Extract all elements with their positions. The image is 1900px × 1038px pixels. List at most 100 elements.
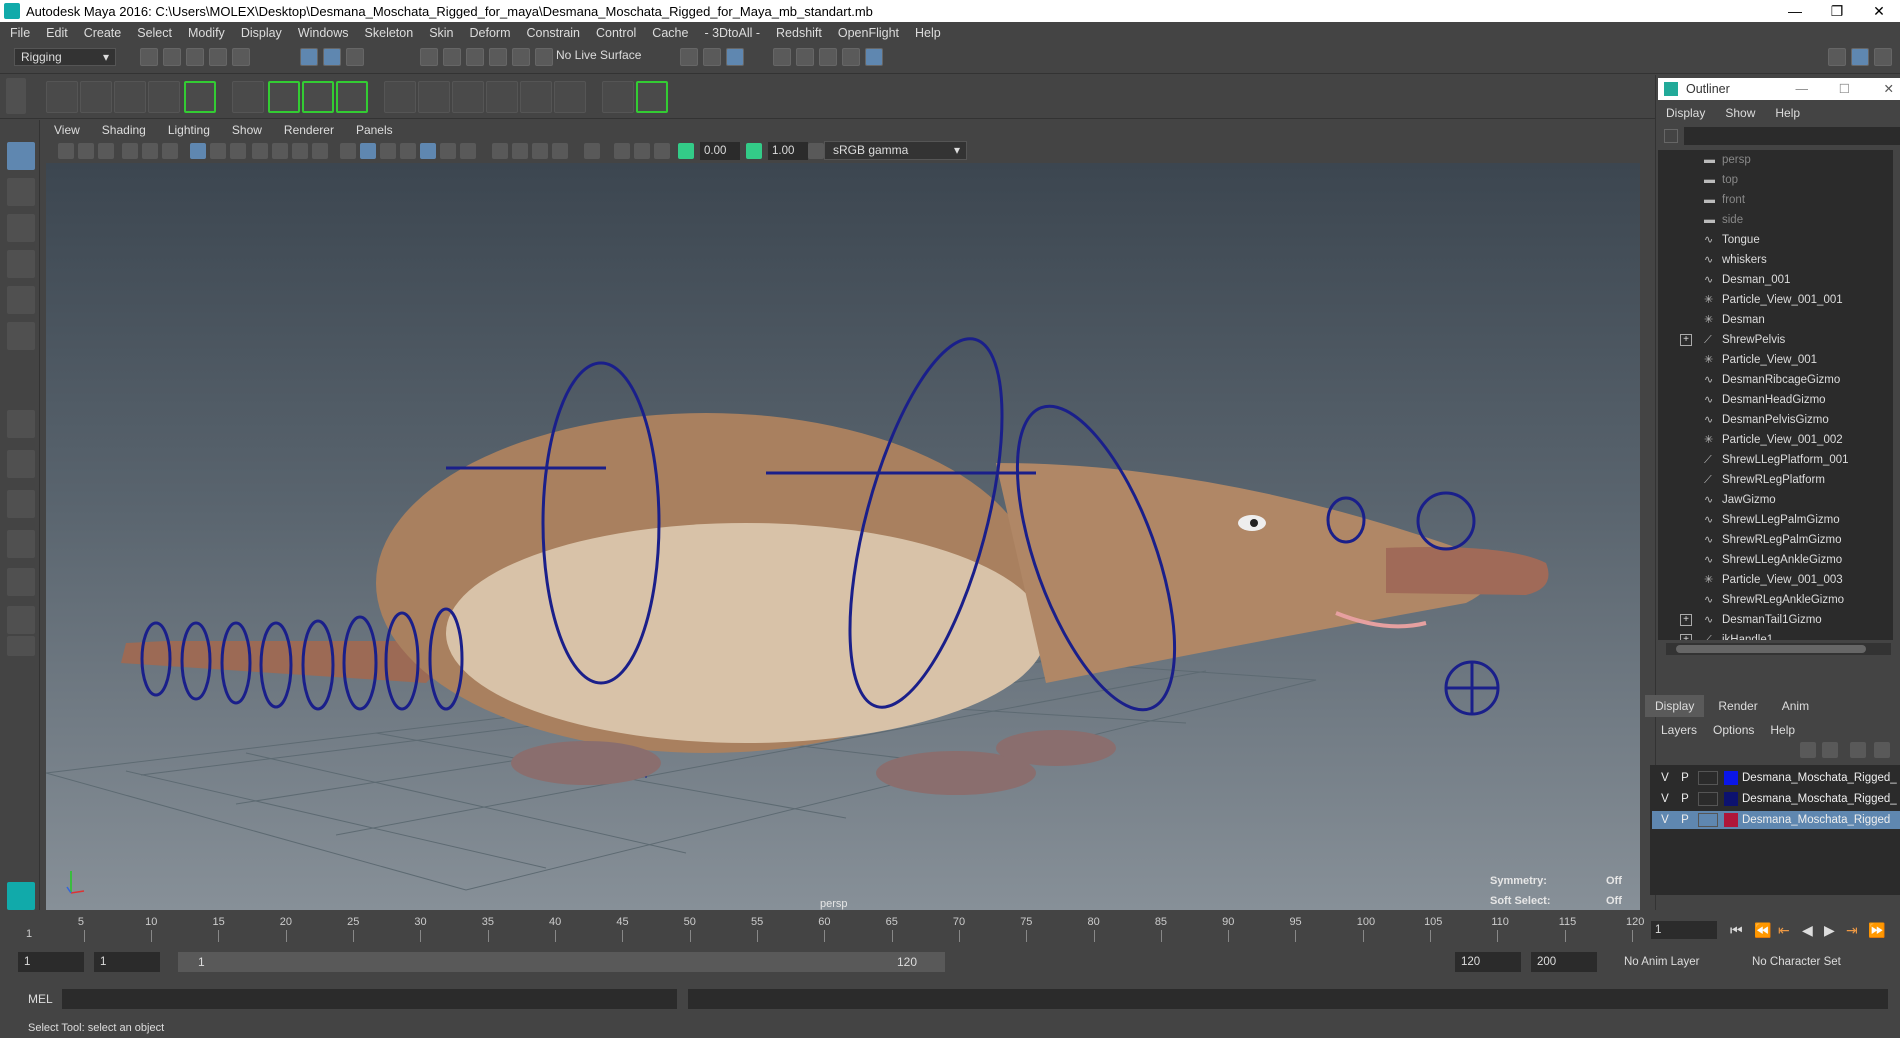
exposure-field[interactable]: 0.00 xyxy=(700,142,740,160)
step-back-frame-icon[interactable]: ⏪ xyxy=(1754,922,1771,939)
multisample-aa-icon[interactable] xyxy=(532,143,548,159)
outliner-item[interactable]: ✳ Particle_View_001 xyxy=(1658,350,1893,370)
outliner-item[interactable]: ∿ whiskers xyxy=(1658,250,1893,270)
panel-menu-view[interactable]: View xyxy=(54,123,80,137)
new-scene-icon[interactable] xyxy=(140,48,158,66)
wireframe-icon[interactable] xyxy=(340,143,356,159)
panel-menu-renderer[interactable]: Renderer xyxy=(284,123,334,137)
expand-icon[interactable]: + xyxy=(1680,634,1692,640)
layer-playback-toggle[interactable]: P xyxy=(1678,769,1692,787)
outliner-item[interactable]: ∿ Tongue xyxy=(1658,230,1893,250)
layer-playback-toggle[interactable]: P xyxy=(1678,811,1692,829)
paint-weights-icon[interactable] xyxy=(302,81,334,113)
step-forward-key-icon[interactable]: ⇥ xyxy=(1846,922,1858,939)
gate-mask-icon[interactable] xyxy=(252,143,268,159)
display-layer-row[interactable]: V P Desmana_Moschata_Rigged_ xyxy=(1652,769,1900,787)
anim-layer-dropdown[interactable]: No Anim Layer xyxy=(1624,952,1699,972)
four-view-layout-icon[interactable] xyxy=(7,450,35,478)
layer-menu-options[interactable]: Options xyxy=(1713,723,1754,737)
menu-redshift[interactable]: Redshift xyxy=(776,26,822,40)
play-backwards-icon[interactable]: ◀ xyxy=(1802,922,1813,939)
outliner-maximize-icon[interactable]: ☐ xyxy=(1839,78,1850,100)
grease-pencil-icon[interactable] xyxy=(162,143,178,159)
outliner-item[interactable]: ⟋ ShrewLLegPlatform_001 xyxy=(1658,450,1893,470)
create-joint-icon[interactable] xyxy=(46,81,78,113)
safe-title-icon[interactable] xyxy=(312,143,328,159)
custom-layout-icon[interactable] xyxy=(7,606,35,634)
outliner-horizontal-scrollbar[interactable] xyxy=(1666,643,1891,655)
open-scene-icon[interactable] xyxy=(163,48,181,66)
outliner-item[interactable]: + ∿ DesmanTail1Gizmo xyxy=(1658,610,1893,630)
outliner-item[interactable]: ∿ Desman_001 xyxy=(1658,270,1893,290)
locator-icon[interactable] xyxy=(602,81,634,113)
exposure-icon[interactable] xyxy=(678,143,694,159)
outliner-item[interactable]: ∿ DesmanRibcageGizmo xyxy=(1658,370,1893,390)
expand-icon[interactable]: + xyxy=(1680,334,1692,346)
snap-grid-icon[interactable] xyxy=(420,48,438,66)
bind-skin-icon[interactable] xyxy=(232,81,264,113)
menu-constrain[interactable]: Constrain xyxy=(527,26,581,40)
pole-vector-icon[interactable] xyxy=(554,81,586,113)
time-slider[interactable] xyxy=(24,910,1644,944)
menu-display[interactable]: Display xyxy=(241,26,282,40)
point-constraint-icon[interactable] xyxy=(418,81,450,113)
outliner-item[interactable]: ⟋ ShrewRLegPlatform xyxy=(1658,470,1893,490)
menu-deform[interactable]: Deform xyxy=(470,26,511,40)
new-layer-icon[interactable] xyxy=(1850,742,1866,758)
isolate-select-icon[interactable] xyxy=(584,143,600,159)
layer-menu-layers[interactable]: Layers xyxy=(1661,723,1697,737)
outliner-item[interactable]: + ⟋ ShrewPelvis xyxy=(1658,330,1893,350)
menu-windows[interactable]: Windows xyxy=(298,26,349,40)
layer-playback-toggle[interactable]: P xyxy=(1678,790,1692,808)
safe-action-icon[interactable] xyxy=(292,143,308,159)
outliner-item[interactable]: ∿ ShrewLLegPalmGizmo xyxy=(1658,510,1893,530)
layout-more-icon[interactable] xyxy=(7,636,35,656)
render-frame-icon[interactable] xyxy=(796,48,814,66)
snap-view-plane-icon[interactable] xyxy=(489,48,507,66)
outliner-item[interactable]: + ⟋ ikHandle1 xyxy=(1658,630,1893,640)
outliner-item[interactable]: ∿ ShrewLLegAnkleGizmo xyxy=(1658,550,1893,570)
display-layer-row[interactable]: V P Desmana_Moschata_Rigged_ xyxy=(1652,790,1900,808)
outliner-filter-icon[interactable] xyxy=(1664,129,1678,143)
ik-spline-icon[interactable] xyxy=(114,81,146,113)
smooth-shade-icon[interactable] xyxy=(360,143,376,159)
menu-control[interactable]: Control xyxy=(596,26,636,40)
undo-icon[interactable] xyxy=(209,48,227,66)
animation-start-field[interactable]: 1 xyxy=(18,952,84,972)
scale-tool-icon[interactable] xyxy=(7,322,35,350)
character-set-dropdown[interactable]: No Character Set xyxy=(1752,952,1841,972)
mirror-joint-icon[interactable] xyxy=(184,81,216,113)
ik-handle-icon[interactable] xyxy=(80,81,112,113)
step-back-key-icon[interactable]: ⇤ xyxy=(1778,922,1790,939)
parent-constraint-icon[interactable] xyxy=(384,81,416,113)
construction-history-icon[interactable] xyxy=(703,48,721,66)
ipr-render-icon[interactable] xyxy=(819,48,837,66)
playback-end-field[interactable]: 120 xyxy=(1455,952,1521,972)
outliner-item[interactable]: ∿ JawGizmo xyxy=(1658,490,1893,510)
tab-display[interactable]: Display xyxy=(1645,695,1705,717)
outliner-menu-display[interactable]: Display xyxy=(1666,106,1705,120)
snap-live-icon[interactable] xyxy=(535,48,553,66)
select-component-icon[interactable] xyxy=(346,48,364,66)
bookmarks-icon[interactable] xyxy=(98,143,114,159)
maximize-button[interactable]: ❐ xyxy=(1816,3,1858,20)
menu-select[interactable]: Select xyxy=(137,26,172,40)
color-management-icon[interactable] xyxy=(808,143,824,159)
tab-anim[interactable]: Anim xyxy=(1772,695,1819,717)
layer-visibility-toggle[interactable]: V xyxy=(1658,769,1672,787)
panel-menu-lighting[interactable]: Lighting xyxy=(168,123,210,137)
menuset-dropdown[interactable]: Rigging xyxy=(14,48,116,66)
menu-modify[interactable]: Modify xyxy=(188,26,225,40)
depth-of-field-icon[interactable] xyxy=(552,143,568,159)
orient-constraint-icon[interactable] xyxy=(452,81,484,113)
close-button[interactable]: ✕ xyxy=(1858,3,1900,20)
scale-constraint-icon[interactable] xyxy=(486,81,518,113)
xray-active-icon[interactable] xyxy=(634,143,650,159)
camera-attributes-icon[interactable] xyxy=(78,143,94,159)
menu-3dtoall[interactable]: - 3DtoAll - xyxy=(704,26,760,40)
outliner-item[interactable]: ▬ persp xyxy=(1658,150,1893,170)
smooth-bind-icon[interactable] xyxy=(268,81,300,113)
playback-start-field[interactable]: 1 xyxy=(94,952,160,972)
gamma-icon[interactable] xyxy=(746,143,762,159)
redo-icon[interactable] xyxy=(232,48,250,66)
